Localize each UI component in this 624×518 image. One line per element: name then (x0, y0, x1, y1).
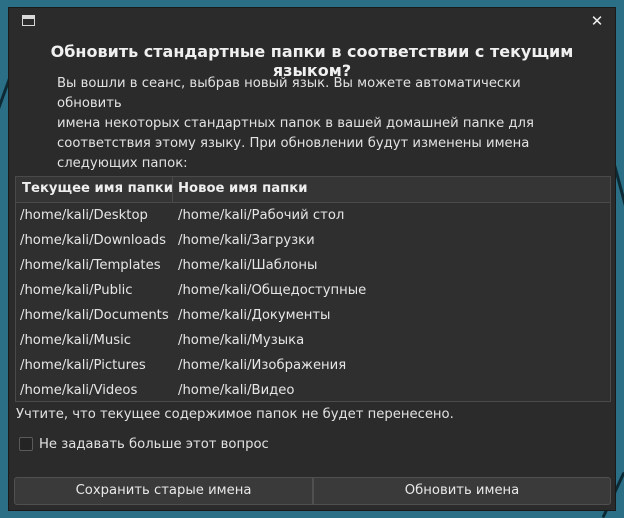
keep-old-names-button[interactable]: Сохранить старые имена (14, 477, 313, 505)
column-header-current[interactable]: Текущее имя папки (22, 177, 173, 202)
table-row[interactable]: /home/kali/Documents /home/kali/Документ… (16, 303, 610, 328)
new-folder-cell: /home/kali/Изображения (178, 358, 347, 373)
folders-table: Текущее имя папки Новое имя папки /home/… (15, 176, 611, 402)
table-body: /home/kali/Desktop /home/kali/Рабочий ст… (16, 203, 610, 401)
table-row[interactable]: /home/kali/Videos /home/kali/Видео (16, 378, 610, 401)
current-folder-cell: /home/kali/Public (20, 283, 133, 298)
new-folder-cell: /home/kali/Видео (178, 383, 295, 398)
current-folder-cell: /home/kali/Documents (20, 308, 169, 323)
table-header: Текущее имя папки Новое имя папки (16, 177, 610, 203)
checkbox-label[interactable]: Не задавать больше этот вопрос (39, 435, 269, 454)
table-row[interactable]: /home/kali/Pictures /home/kali/Изображен… (16, 353, 610, 378)
update-names-button[interactable]: Обновить имена (313, 477, 611, 505)
current-folder-cell: /home/kali/Music (20, 333, 132, 348)
new-folder-cell: /home/kali/Общедоступные (178, 283, 367, 298)
new-folder-cell: /home/kali/Шаблоны (178, 258, 318, 273)
current-folder-cell: /home/kali/Downloads (20, 233, 166, 248)
content-not-moved-note: Учтите, что текущее содержимое папок не … (16, 407, 454, 422)
window-icon (22, 15, 35, 26)
current-folder-cell: /home/kali/Desktop (20, 208, 148, 223)
table-row[interactable]: /home/kali/Public /home/kali/Общедоступн… (16, 278, 610, 303)
table-row[interactable]: /home/kali/Desktop /home/kali/Рабочий ст… (16, 203, 610, 228)
current-folder-cell: /home/kali/Pictures (20, 358, 146, 373)
new-folder-cell: /home/kali/Рабочий стол (178, 208, 345, 223)
titlebar: ✕ (9, 8, 615, 34)
update-folders-dialog: ✕ Обновить стандартные папки в соответст… (8, 7, 616, 511)
table-row[interactable]: /home/kali/Downloads /home/kali/Загрузки (16, 228, 610, 253)
checkbox-box[interactable] (19, 437, 33, 451)
close-icon[interactable]: ✕ (589, 13, 605, 29)
new-folder-cell: /home/kali/Музыка (178, 333, 305, 348)
table-row[interactable]: /home/kali/Templates /home/kali/Шаблоны (16, 253, 610, 278)
column-divider (172, 177, 173, 202)
dialog-description: Вы вошли в сеанс, выбрав новый язык. Вы … (57, 76, 534, 171)
current-folder-cell: /home/kali/Templates (20, 258, 161, 273)
column-header-new[interactable]: Новое имя папки (178, 177, 307, 202)
new-folder-cell: /home/kali/Загрузки (178, 233, 315, 248)
new-folder-cell: /home/kali/Документы (178, 308, 331, 323)
current-folder-cell: /home/kali/Videos (20, 383, 138, 398)
table-row[interactable]: /home/kali/Music /home/kali/Музыка (16, 328, 610, 353)
